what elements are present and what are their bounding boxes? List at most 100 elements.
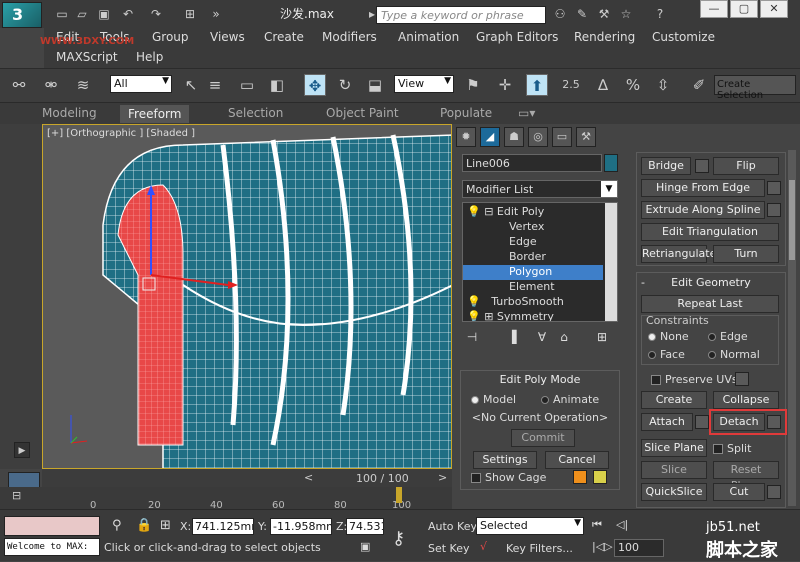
cancel-button[interactable]: Cancel: [545, 451, 609, 469]
open-file-icon[interactable]: ▱: [74, 6, 90, 22]
unlink-icon[interactable]: ⚮: [40, 74, 62, 96]
modify-tab-icon[interactable]: ◢: [480, 127, 500, 147]
display-tab-icon[interactable]: ▭: [552, 127, 572, 147]
detach-settings-icon[interactable]: [767, 415, 781, 429]
go-to-start-icon[interactable]: ⏮: [592, 518, 602, 532]
selection-lock-icon[interactable]: ⚲: [112, 518, 122, 533]
undo-icon[interactable]: ↶: [120, 6, 136, 22]
select-and-move-icon[interactable]: ✥: [304, 74, 326, 96]
preserve-uvs-settings-icon[interactable]: [735, 372, 749, 386]
key-mode-toggle-icon[interactable]: |◁▷: [592, 540, 613, 553]
rectangle-selection-icon[interactable]: ▭: [236, 74, 258, 96]
menu-graph-editors[interactable]: Graph Editors: [476, 30, 558, 44]
make-unique-icon[interactable]: ∀: [532, 327, 552, 347]
edit-named-selection-icon[interactable]: ✐: [688, 74, 710, 96]
slice-plane-button[interactable]: Slice Plane: [641, 439, 707, 457]
stack-item-edge[interactable]: Edge: [463, 235, 603, 250]
constraint-normal-radio[interactable]: Normal: [708, 348, 760, 361]
track-bar[interactable]: [42, 487, 452, 509]
select-and-scale-icon[interactable]: ⬓: [364, 74, 386, 96]
spinner-snap-icon[interactable]: ⇳: [652, 74, 674, 96]
transform-gizmo-icon[interactable]: ✛: [494, 74, 516, 96]
minimize-button[interactable]: —: [700, 0, 728, 18]
create-selection-set-field[interactable]: Create Selection: [714, 75, 796, 101]
remove-modifier-icon[interactable]: ⌂: [554, 327, 574, 347]
flip-button[interactable]: Flip: [713, 157, 779, 175]
help-icon[interactable]: ?: [652, 6, 668, 22]
manipulate-icon[interactable]: ⬆: [526, 74, 548, 96]
constraint-none-radio[interactable]: None: [648, 330, 689, 343]
settings-button[interactable]: Settings: [473, 451, 537, 469]
select-by-name-icon[interactable]: ≡: [204, 74, 226, 96]
tab-object-paint[interactable]: Object Paint: [326, 106, 399, 120]
current-time-marker[interactable]: [396, 487, 402, 503]
menu-customize[interactable]: Customize: [652, 30, 715, 44]
maxscript-listener-output[interactable]: Welcome to MAX:: [4, 538, 100, 556]
z-coordinate-field[interactable]: 74.531: [346, 518, 384, 535]
reference-coordinate-dropdown[interactable]: View ▼: [394, 75, 454, 93]
scrollbar-thumb[interactable]: [789, 180, 795, 260]
new-file-icon[interactable]: ▭: [54, 6, 70, 22]
cut-settings-icon[interactable]: [767, 485, 781, 499]
retriangulate-button[interactable]: Retriangulate: [641, 245, 716, 263]
tab-modeling[interactable]: Modeling: [42, 106, 97, 120]
auto-key-button[interactable]: Auto Key: [428, 520, 477, 533]
tab-selection[interactable]: Selection: [228, 106, 283, 120]
extrude-spline-settings-icon[interactable]: [767, 203, 781, 217]
hierarchy-tab-icon[interactable]: ☗: [504, 127, 524, 147]
maximize-button[interactable]: ▢: [730, 0, 758, 18]
detach-button[interactable]: Detach: [713, 413, 765, 431]
repeat-last-button[interactable]: Repeat Last: [641, 295, 779, 313]
current-frame-field[interactable]: 100: [614, 539, 664, 557]
viewport-label[interactable]: [+] [Orthographic ] [Shaded ]: [47, 128, 195, 139]
binoculars-icon[interactable]: ⚇: [552, 6, 568, 22]
command-panel-scrollbar[interactable]: [788, 150, 796, 506]
stack-item-turbosmooth[interactable]: 💡 TurboSmooth: [463, 295, 603, 310]
time-slider-next-icon[interactable]: >: [438, 471, 447, 484]
select-and-rotate-icon[interactable]: ↻: [334, 74, 356, 96]
select-object-icon[interactable]: ↖: [180, 74, 202, 96]
object-color-swatch[interactable]: [604, 154, 618, 172]
key-filter-curve-icon[interactable]: √: [480, 540, 487, 553]
turn-button[interactable]: Turn: [713, 245, 779, 263]
create-button[interactable]: Create: [641, 391, 707, 409]
hinge-settings-icon[interactable]: [767, 181, 781, 195]
show-cage-checkbox[interactable]: Show Cage: [471, 471, 546, 484]
x-coordinate-field[interactable]: 741.125mr: [192, 518, 254, 535]
constraint-face-radio[interactable]: Face: [648, 348, 685, 361]
quickslice-button[interactable]: QuickSlice: [641, 483, 707, 501]
set-key-icon[interactable]: ⚷: [392, 528, 405, 549]
pivot-center-icon[interactable]: ⚑: [462, 74, 484, 96]
utilities-tab-icon[interactable]: ⚒: [576, 127, 596, 147]
link-icon[interactable]: ⚯: [8, 74, 30, 96]
stack-item-element[interactable]: Element: [463, 280, 603, 295]
set-key-button[interactable]: Set Key: [428, 542, 470, 555]
rollout-title[interactable]: Edit Poly Mode: [461, 373, 619, 389]
attach-list-icon[interactable]: [695, 415, 709, 429]
menu-help[interactable]: Help: [136, 50, 163, 64]
stack-item-polygon[interactable]: Polygon: [463, 265, 603, 280]
absolute-mode-icon[interactable]: ⊞: [160, 518, 171, 533]
show-end-result-icon[interactable]: ▐: [502, 327, 522, 347]
percent-snap-icon[interactable]: %: [622, 74, 644, 96]
menu-maxscript[interactable]: MAXScript: [56, 50, 118, 64]
menu-views[interactable]: Views: [210, 30, 245, 44]
modifier-list-dropdown[interactable]: Modifier List ▼: [462, 180, 618, 198]
window-crossing-icon[interactable]: ◧: [266, 74, 288, 96]
menu-rendering[interactable]: Rendering: [574, 30, 635, 44]
key-mode-dropdown[interactable]: Selected ▼: [476, 517, 584, 535]
y-coordinate-field[interactable]: -11.958mm: [270, 518, 332, 535]
bridge-button[interactable]: Bridge: [641, 157, 691, 175]
time-slider-prev-icon[interactable]: <: [304, 471, 313, 484]
menu-group[interactable]: Group: [152, 30, 189, 44]
cut-button[interactable]: Cut: [713, 483, 765, 501]
edit-triangulation-button[interactable]: Edit Triangulation: [641, 223, 779, 241]
stack-item-symmetry[interactable]: 💡 ⊞ Symmetry: [463, 310, 603, 321]
maxscript-listener-input[interactable]: [4, 516, 100, 536]
stack-item-edit-poly[interactable]: 💡 ⊟ Edit Poly: [463, 205, 603, 220]
communication-icon[interactable]: ⚒: [596, 6, 612, 22]
extrude-along-spline-button[interactable]: Extrude Along Spline: [641, 201, 765, 219]
subscription-icon[interactable]: ✎: [574, 6, 590, 22]
app-logo-button[interactable]: 3: [2, 2, 42, 28]
viewport-orthographic[interactable]: [+] [Orthographic ] [Shaded ]: [42, 124, 452, 469]
